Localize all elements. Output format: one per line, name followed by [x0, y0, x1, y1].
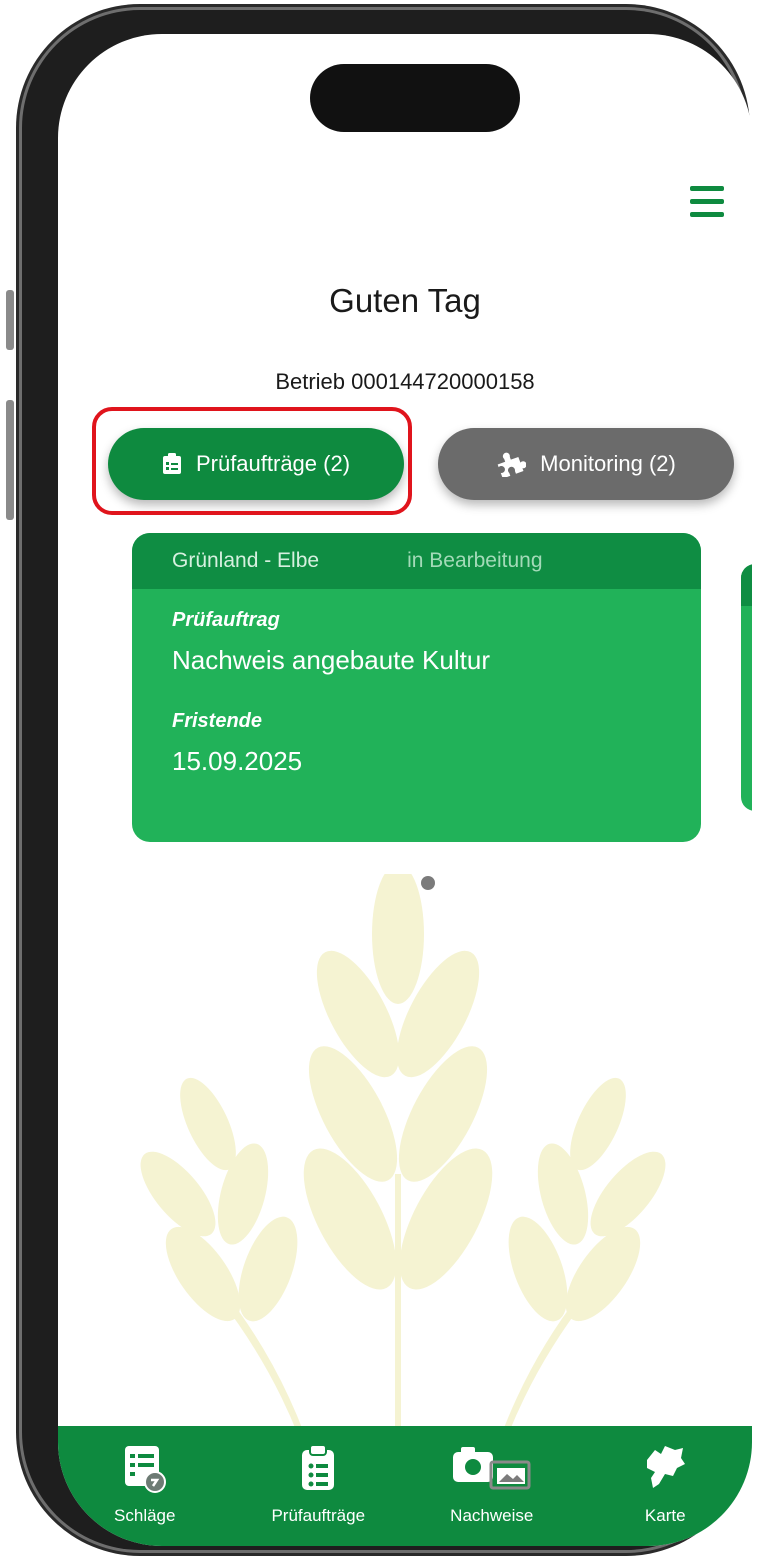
card-deadline-label: Fristende	[172, 710, 263, 732]
card-deadline-value: 15.09.2025	[172, 746, 303, 776]
map-icon	[647, 1446, 686, 1488]
card-region: Grünland - Elbe	[172, 549, 320, 572]
betrieb-number: Betrieb 000144720000158	[275, 369, 535, 394]
phone-side-button	[6, 290, 14, 350]
greeting-title: Guten Tag	[329, 282, 481, 319]
dynamic-island	[310, 64, 520, 132]
tab-monitoring-label: Monitoring (2)	[540, 451, 676, 476]
nav-label: Prüfaufträge	[271, 1506, 366, 1525]
app-screen: Guten Tag Betrieb 000144720000158 Prüfau…	[58, 34, 752, 1546]
clipboard-list-icon	[302, 1444, 335, 1490]
card-type-label: Prüfauftrag	[172, 609, 280, 631]
nav-label: Nachweise	[450, 1506, 534, 1525]
wheat-illustration	[140, 874, 666, 1474]
nav-item-nachweise[interactable]: Nachweise	[405, 1426, 579, 1546]
phone-side-button	[6, 400, 14, 520]
tab-monitoring[interactable]: Monitoring (2)	[438, 428, 734, 500]
nav-item-pruefauftraege[interactable]: Prüfaufträge	[232, 1426, 406, 1546]
nav-label: Schläge	[114, 1506, 176, 1525]
nav-item-karte[interactable]: Karte	[579, 1426, 753, 1546]
fields-list-icon	[124, 1446, 166, 1493]
highlight-annotation	[92, 407, 412, 515]
nav-label: Karte	[644, 1506, 686, 1525]
hamburger-menu-icon[interactable]	[688, 182, 728, 222]
card-status: in Bearbeitung	[407, 549, 543, 572]
nav-item-schlaege[interactable]: Schläge	[58, 1426, 232, 1546]
bottom-navigation: Schläge Prüfaufträge Nachweise Karte	[58, 1426, 752, 1546]
puzzle-icon	[497, 452, 527, 477]
card-header: Grünland - Elbe in Bearbeitung	[132, 533, 701, 589]
next-card-peek[interactable]	[741, 564, 752, 811]
phone-frame: Guten Tag Betrieb 000144720000158 Prüfau…	[22, 10, 752, 1550]
pruefauftrag-card[interactable]: Grünland - Elbe in Bearbeitung Prüfauftr…	[132, 533, 701, 842]
camera-gallery-icon	[452, 1447, 531, 1490]
card-type-value: Nachweis angebaute Kultur	[172, 645, 490, 675]
